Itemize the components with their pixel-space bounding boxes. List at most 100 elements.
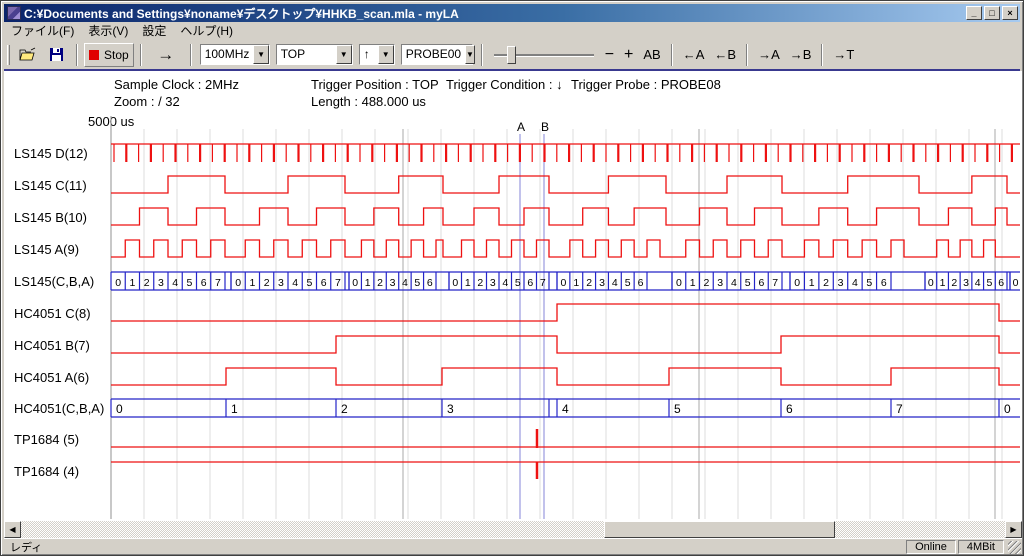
toolbar-separator (140, 44, 142, 66)
scrollbar-thumb[interactable] (604, 521, 835, 538)
bus-value: 2 (586, 277, 592, 289)
trigger-position-value: TOP (277, 45, 309, 64)
channel-label: LS145 D(12) (14, 146, 88, 161)
bus-value: 6 (758, 277, 764, 289)
sample-rate-combo[interactable]: 100MHz ▼ (200, 44, 270, 65)
bus-value: 5 (987, 277, 993, 289)
menu-settings[interactable]: 設定 (135, 21, 173, 40)
toolbar-separator (190, 44, 192, 66)
open-file-button[interactable] (14, 43, 41, 67)
channel-label: HC4051 A(6) (14, 370, 89, 385)
zoom-out-button[interactable]: − (600, 44, 619, 66)
bus-value: 1 (465, 277, 471, 289)
set-cursor-b-button[interactable]: ←B (709, 45, 741, 64)
stop-icon (89, 50, 99, 60)
bus-value: 5 (866, 277, 872, 289)
chevron-down-icon[interactable]: ▼ (378, 45, 394, 64)
bus-value: 3 (158, 277, 164, 289)
bus-value: 0 (1013, 277, 1019, 289)
waveform-display: ABLS145 D(12)LS145 C(11)LS145 B(10)LS145… (4, 71, 1022, 521)
window-controls: _ □ × (966, 6, 1018, 20)
channel-label: HC4051 C(8) (14, 306, 91, 321)
chevron-down-icon[interactable]: ▼ (465, 45, 475, 64)
set-cursor-a-button[interactable]: ←A (678, 45, 710, 64)
bus-value: 0 (116, 402, 123, 416)
bus-value: 1 (690, 277, 696, 289)
channel-label: LS145(C,B,A) (14, 274, 94, 289)
stop-button[interactable]: Stop (84, 43, 134, 67)
bus-value: 4 (852, 277, 858, 289)
toolbar-separator (76, 44, 78, 66)
channel-label: LS145 A(9) (14, 242, 79, 257)
bus-value: 0 (115, 277, 121, 289)
close-button[interactable]: × (1002, 6, 1018, 20)
bus-value: 6 (638, 277, 644, 289)
window-title: C:¥Documents and Settings¥noname¥デスクトップ¥… (24, 5, 962, 22)
trigger-position-combo[interactable]: TOP ▼ (276, 44, 353, 65)
resize-grip[interactable] (1008, 541, 1021, 554)
bus-value: 6 (321, 277, 327, 289)
bus-value: 0 (235, 277, 241, 289)
bus-value: 5 (674, 402, 681, 416)
signal-LS145 A(9) (111, 240, 1020, 257)
bus-value: 3 (447, 402, 454, 416)
channel-label: HC4051(C,B,A) (14, 401, 104, 416)
cursor-a-label: A (517, 120, 525, 134)
chevron-down-icon[interactable]: ▼ (336, 45, 352, 64)
bus-value: 0 (1004, 402, 1011, 416)
bus-value: 5 (306, 277, 312, 289)
scroll-right-button[interactable]: ▶ (1005, 521, 1022, 538)
zoom-slider-thumb[interactable] (507, 46, 516, 64)
trigger-edge-value: ↑ (360, 45, 374, 64)
bus-value: 4 (731, 277, 737, 289)
signal-LS145 B(10) (111, 208, 1020, 225)
bus-value: 6 (201, 277, 207, 289)
bus-value: 6 (527, 277, 533, 289)
bus-value: 0 (561, 277, 567, 289)
trigger-probe-value: PROBE00 (402, 45, 465, 64)
bus-value: 4 (612, 277, 618, 289)
bus-value: 1 (249, 277, 255, 289)
save-button[interactable] (43, 43, 70, 67)
toolbar-separator (746, 44, 748, 66)
trigger-probe-combo[interactable]: PROBE00 ▼ (401, 44, 473, 65)
zoom-in-button[interactable]: + (619, 44, 638, 66)
bus-value: 2 (477, 277, 483, 289)
toolbar-separator (481, 44, 483, 66)
zoom-ab-button[interactable]: AB (638, 45, 665, 64)
menu-bar: ファイル(F) 表示(V) 設定 ヘルプ(H) (4, 22, 1020, 40)
menu-help[interactable]: ヘルプ(H) (173, 21, 240, 40)
horizontal-scrollbar[interactable]: ◀ ▶ (4, 521, 1022, 538)
bus-value: 0 (794, 277, 800, 289)
zoom-slider[interactable] (494, 45, 594, 65)
run-button[interactable]: → (148, 43, 184, 67)
status-bar: レディ Online 4MBit (4, 538, 1022, 554)
maximize-button[interactable]: □ (984, 6, 1000, 20)
menu-view[interactable]: 表示(V) (81, 21, 135, 40)
scroll-left-button[interactable]: ◀ (4, 521, 21, 538)
bus-value: 3 (490, 277, 496, 289)
signal-HC4051 A(6) (111, 368, 1020, 385)
sample-rate-value: 100MHz (201, 45, 254, 64)
minimize-button[interactable]: _ (966, 6, 982, 20)
bus-value: 6 (786, 402, 793, 416)
trigger-edge-combo[interactable]: ↑ ▼ (359, 44, 395, 65)
stop-label: Stop (104, 48, 129, 62)
chevron-down-icon[interactable]: ▼ (253, 45, 268, 64)
bus-value: 3 (278, 277, 284, 289)
goto-cursor-b-button[interactable]: →B (785, 45, 817, 64)
waveform-client-area: Sample Clock : 2MHz Trigger Position : T… (4, 71, 1022, 521)
status-online: Online (906, 540, 956, 554)
bus-value: 1 (940, 277, 946, 289)
status-ready: レディ (4, 539, 906, 555)
bus-value: 2 (951, 277, 957, 289)
menu-file[interactable]: ファイル(F) (4, 21, 81, 40)
signal-LS145 C(11) (111, 176, 1020, 193)
goto-trigger-button[interactable]: →T (828, 45, 859, 64)
bus-value: 0 (676, 277, 682, 289)
app-window: C:¥Documents and Settings¥noname¥デスクトップ¥… (0, 0, 1024, 556)
goto-cursor-a-button[interactable]: →A (753, 45, 785, 64)
bus-value: 2 (703, 277, 709, 289)
toolbar-separator (821, 44, 823, 66)
bus-value: 3 (390, 277, 396, 289)
